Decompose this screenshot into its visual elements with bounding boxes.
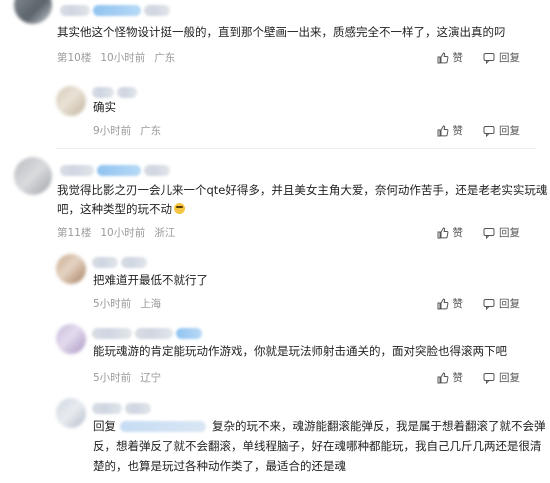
avatar[interactable] xyxy=(56,324,86,354)
user-badge xyxy=(144,165,170,176)
like-button[interactable]: 赞 xyxy=(437,50,464,66)
chat-bubble-icon xyxy=(483,373,495,384)
user-badge xyxy=(93,5,141,16)
comment-time: 5小时前 xyxy=(93,298,132,310)
avatar[interactable] xyxy=(14,0,52,24)
like-label: 赞 xyxy=(452,372,464,384)
comment-meta: 第11楼 10小时前 浙江 xyxy=(57,225,175,241)
comment-text: 确实 xyxy=(93,100,116,114)
reply-label: 回复 xyxy=(499,227,520,239)
thumbs-up-icon xyxy=(437,372,448,384)
username[interactable] xyxy=(121,257,147,268)
reply-button[interactable]: 回复 xyxy=(483,50,520,66)
reply-button[interactable]: 回复 xyxy=(483,123,520,139)
avatar[interactable] xyxy=(56,398,86,428)
reply-button[interactable]: 回复 xyxy=(483,296,520,312)
divider xyxy=(56,148,536,149)
comment-actions: 赞 回复 xyxy=(437,225,520,241)
username[interactable] xyxy=(92,328,132,339)
like-button[interactable]: 赞 xyxy=(437,296,464,312)
chat-bubble-icon xyxy=(483,228,495,239)
like-label: 赞 xyxy=(452,227,464,239)
like-button[interactable]: 赞 xyxy=(437,225,464,241)
like-button[interactable]: 赞 xyxy=(437,370,464,386)
reply-label: 回复 xyxy=(499,372,520,384)
like-button[interactable]: 赞 xyxy=(437,123,464,139)
reply-label: 回复 xyxy=(499,52,520,64)
chat-bubble-icon xyxy=(483,299,495,310)
thumbs-up-icon xyxy=(437,227,448,239)
reply-button[interactable]: 回复 xyxy=(483,370,520,386)
username[interactable] xyxy=(135,328,173,339)
comment-actions: 赞 回复 xyxy=(437,123,520,139)
comment-time: 5小时前 xyxy=(93,372,132,384)
reply-label: 回复 xyxy=(499,298,520,310)
comment-actions: 赞 回复 xyxy=(437,370,520,386)
reply-target-username[interactable] xyxy=(120,421,206,432)
thumbs-up-icon xyxy=(437,298,448,310)
avatar[interactable] xyxy=(14,157,52,195)
comment-text-line: 反，想着弹反了就不会翻滚，单线程脑子，好在魂哪种都能玩，我自己几斤几两还是很清 xyxy=(93,439,542,453)
reply-label: 回复 xyxy=(499,125,520,137)
reply-prefix: 回复 xyxy=(93,419,116,433)
thumbs-up-icon xyxy=(437,125,448,137)
comment-text-line: 楚的，也算是玩过各种动作类了，最适合的还是魂 xyxy=(93,459,346,473)
username[interactable] xyxy=(117,87,137,98)
comment-text: 其实他这个怪物设计挺一般的，直到那个壁画一出来，质感完全不一样了，这演出真的叼 xyxy=(57,25,506,39)
comment-location: 上海 xyxy=(140,298,162,310)
like-label: 赞 xyxy=(452,125,464,137)
comment-meta: 5小时前 辽宁 xyxy=(93,370,161,386)
comment-time: 10小时前 xyxy=(100,227,146,239)
comment-location: 辽宁 xyxy=(140,372,162,384)
username[interactable] xyxy=(60,165,94,176)
user-badge xyxy=(176,328,202,339)
username[interactable] xyxy=(92,257,118,268)
comment-text-line: 我觉得比影之刃一会儿来一个qte好得多，并且美女主角大爱，奈何动作苦手，还是老老… xyxy=(57,183,548,197)
comment-text-line: 吧，这种类型的玩不动 xyxy=(57,199,185,219)
username[interactable] xyxy=(60,5,90,16)
like-label: 赞 xyxy=(452,298,464,310)
comment-location: 广东 xyxy=(140,125,162,137)
emoji-icon xyxy=(174,203,185,214)
comment-text: 吧，这种类型的玩不动 xyxy=(57,202,172,216)
chat-bubble-icon xyxy=(483,126,495,137)
thumbs-up-icon xyxy=(437,52,448,64)
comment-actions: 赞 回复 xyxy=(437,50,520,66)
floor-number: 第11楼 xyxy=(57,227,92,239)
username[interactable] xyxy=(125,403,151,414)
comment-text-line: 回复 复杂的玩不来，魂游能翻滚能弹反，我是属于想着翻滚了就不会弹 xyxy=(93,416,546,436)
user-badge xyxy=(97,165,141,176)
like-label: 赞 xyxy=(452,52,464,64)
comment-time: 9小时前 xyxy=(93,125,132,137)
comment-location: 浙江 xyxy=(154,227,176,239)
comment-location: 广东 xyxy=(154,52,176,64)
reply-button[interactable]: 回复 xyxy=(483,225,520,241)
comment-meta: 9小时前 广东 xyxy=(93,123,161,139)
avatar[interactable] xyxy=(56,254,86,284)
comment-meta: 5小时前 上海 xyxy=(93,296,161,312)
comment-meta: 第10楼 10小时前 广东 xyxy=(57,50,175,66)
comment-text: 能玩魂游的肯定能玩动作游戏，你就是玩法师射击通关的，面对突脸也得滚两下吧 xyxy=(93,344,507,358)
comment-actions: 赞 回复 xyxy=(437,296,520,312)
avatar[interactable] xyxy=(56,86,86,116)
floor-number: 第10楼 xyxy=(57,52,92,64)
username[interactable] xyxy=(92,403,122,414)
user-badge xyxy=(144,5,170,16)
comment-text: 复杂的玩不来，魂游能翻滚能弹反，我是属于想着翻滚了就不会弹 xyxy=(212,419,546,433)
comment-time: 10小时前 xyxy=(100,52,146,64)
chat-bubble-icon xyxy=(483,53,495,64)
comment-text: 把难道开最低不就行了 xyxy=(93,273,208,287)
